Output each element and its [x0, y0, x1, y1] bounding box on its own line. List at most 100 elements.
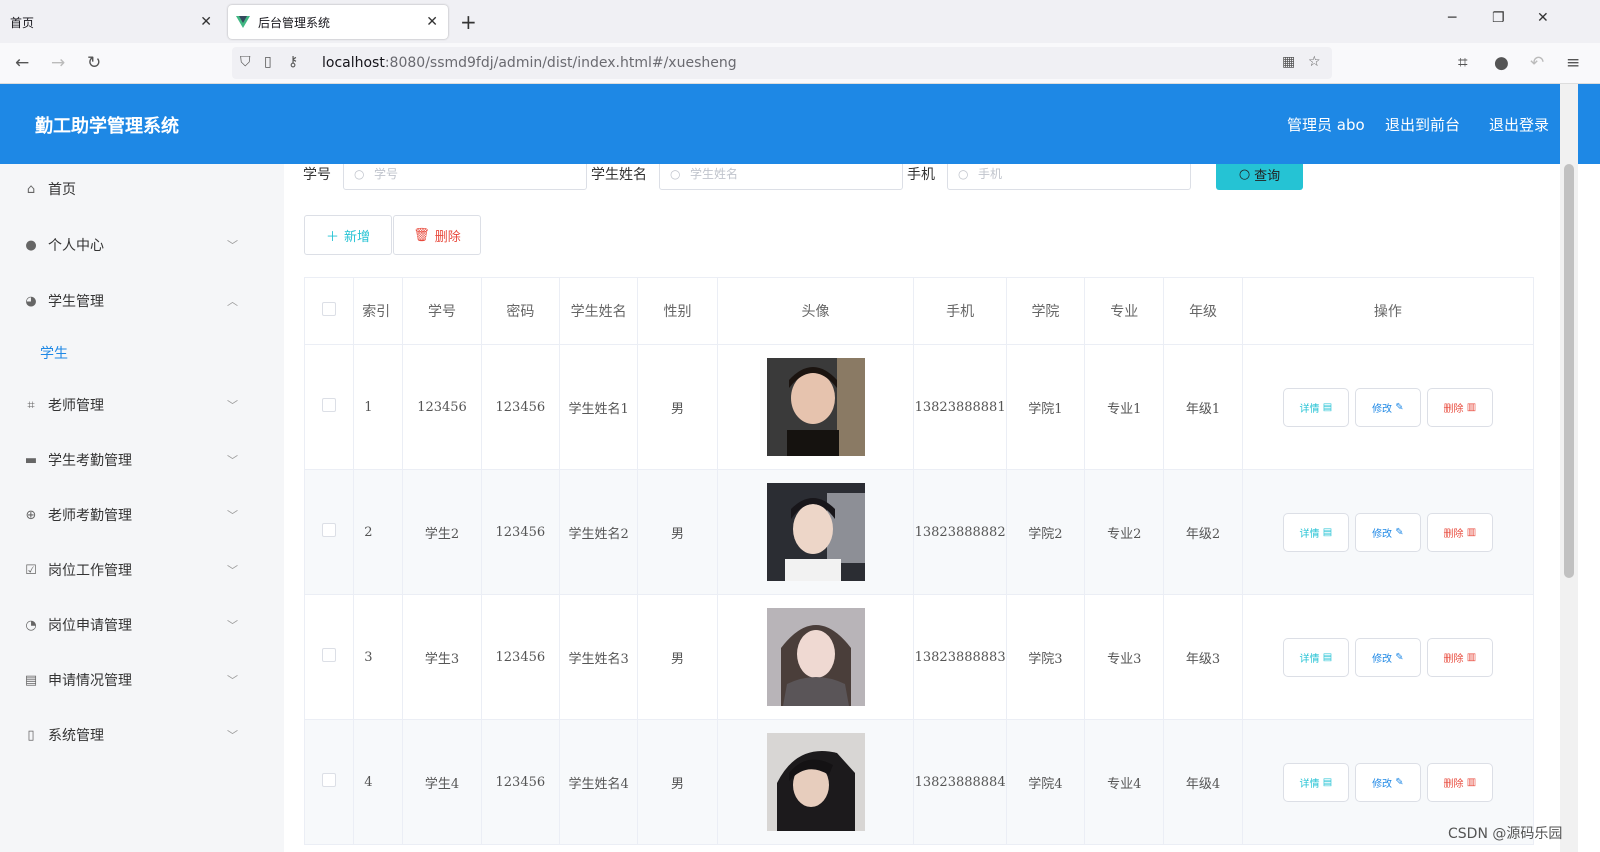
cell-index: 1	[353, 344, 404, 470]
edit-button[interactable]: 修改 ✎	[1354, 762, 1421, 802]
logout-link[interactable]: 退出登录	[1489, 114, 1549, 135]
window-close-icon[interactable]: ✕	[1537, 10, 1549, 26]
row-checkbox[interactable]	[322, 648, 337, 662]
cell-phone: 13823888882	[913, 469, 1007, 595]
sidebar-item-personal[interactable]: ● 个人中心 ﹀	[0, 220, 284, 270]
page-icon[interactable]: ▯	[264, 54, 272, 70]
reload-icon[interactable]: ↻	[87, 53, 101, 73]
sidebar-item-teacher-mgmt[interactable]: ⌗ 老师管理 ﹀	[0, 380, 284, 430]
select-all-checkbox[interactable]	[322, 302, 337, 316]
student-name-input[interactable]: ○ 学生姓名	[659, 164, 903, 190]
home-icon: ⌂	[26, 181, 36, 197]
sidebar-item-student[interactable]: 学生	[0, 328, 284, 378]
phone-input[interactable]: ○ 手机	[947, 164, 1191, 190]
col-header: 头像	[716, 277, 915, 345]
minimize-icon[interactable]: ─	[1448, 10, 1456, 26]
forward-icon[interactable]: →	[51, 53, 65, 73]
detail-button[interactable]: 详情 ▤	[1282, 762, 1349, 802]
row-checkbox[interactable]	[322, 398, 337, 412]
close-icon[interactable]: ✕	[426, 14, 438, 30]
chat-icon[interactable]: ●	[1494, 53, 1509, 73]
cell-phone: 13823888884	[913, 719, 1007, 845]
batch-delete-button[interactable]: 🗑 删除	[393, 215, 481, 255]
cell-name: 学生姓名1	[558, 344, 639, 470]
address-bar[interactable]: ⛉ ▯ ⚷ localhost:8080/ssmd9fdj/admin/dist…	[232, 47, 1332, 79]
row-checkbox[interactable]	[322, 523, 337, 537]
bookmark-star-icon[interactable]: ☆	[1308, 54, 1321, 70]
delete-button[interactable]: 删除 ▥	[1426, 762, 1493, 802]
cell-gender: 男	[637, 719, 718, 845]
url-text[interactable]: localhost:8080/ssmd9fdj/admin/dist/index…	[322, 55, 737, 71]
student-name-label: 学生姓名	[591, 167, 647, 183]
sidebar-item-system[interactable]: ▯ 系统管理 ﹀	[0, 710, 284, 760]
browser-tab-admin[interactable]: 后台管理系统 ✕	[228, 5, 448, 39]
document-icon: ▤	[1322, 776, 1333, 788]
cell-operations: 详情 ▤ 修改 ✎ 删除 ▥	[1241, 594, 1535, 720]
phone-icon: ▯	[27, 727, 35, 743]
sidebar-item-home[interactable]: ⌂ 首页	[0, 164, 284, 214]
edit-button[interactable]: 修改 ✎	[1354, 512, 1421, 552]
row-select-cell[interactable]	[303, 469, 355, 595]
current-user: 管理员 abo	[1287, 116, 1365, 134]
sidebar-item-application-status[interactable]: ▤ 申请情况管理 ﹀	[0, 655, 284, 705]
phone-label: 手机	[907, 167, 935, 183]
row-checkbox[interactable]	[322, 773, 337, 787]
back-icon[interactable]: ←	[15, 53, 29, 73]
sidebar-item-student-mgmt[interactable]: ◕ 学生管理 ︿	[0, 276, 284, 326]
row-select-cell[interactable]	[303, 719, 355, 845]
cell-name: 学生姓名3	[558, 594, 639, 720]
app-title: 勤工助学管理系统	[35, 116, 179, 137]
qr-icon[interactable]: ▦	[1282, 54, 1295, 70]
screenshot-icon[interactable]: ⌗	[1458, 53, 1468, 73]
cell-index: 4	[353, 719, 404, 845]
student-no-input[interactable]: ○ 学号	[343, 164, 587, 190]
chevron-down-icon: ﹀	[227, 509, 238, 522]
edit-button[interactable]: 修改 ✎	[1354, 387, 1421, 427]
page-scrollbar-thumb[interactable]	[1564, 164, 1574, 578]
menu-icon[interactable]: ≡	[1566, 53, 1580, 73]
row-select-cell[interactable]	[303, 344, 355, 470]
browser-tab-home[interactable]: 首页 ✕	[0, 5, 222, 39]
row-select-cell[interactable]	[303, 594, 355, 720]
undo-icon[interactable]: ↶	[1530, 53, 1544, 73]
cell-student-no: 123456	[402, 344, 482, 470]
cell-operations: 详情 ▤ 修改 ✎ 删除 ▥	[1241, 344, 1535, 470]
select-all-cell[interactable]	[303, 277, 355, 345]
back-to-front-link[interactable]: 退出到前台	[1385, 114, 1460, 135]
sidebar-item-job-application[interactable]: ◔ 岗位申请管理 ﹀	[0, 600, 284, 650]
shield-icon[interactable]: ⛉	[240, 54, 251, 70]
trash-icon: 🗑	[413, 227, 430, 243]
query-button[interactable]: ○ 查询	[1216, 164, 1303, 190]
search-icon: ○	[1238, 166, 1251, 182]
chevron-down-icon: ﹀	[227, 239, 238, 252]
sidebar-item-label: 老师管理	[48, 398, 104, 414]
cell-student-no: 学生4	[402, 719, 482, 845]
pencil-icon: ✎	[1395, 401, 1404, 413]
cell-gender: 男	[637, 469, 718, 595]
delete-button[interactable]: 删除 ▥	[1426, 512, 1493, 552]
add-button[interactable]: ＋ 新增	[304, 215, 392, 255]
detail-button[interactable]: 详情 ▤	[1282, 387, 1349, 427]
pencil-icon: ✎	[1395, 651, 1404, 663]
chevron-down-icon: ﹀	[227, 454, 238, 467]
restore-icon[interactable]: ❐	[1492, 10, 1505, 26]
table-row: 1 123456 123456 学生姓名1 男 13823888881 学院1 …	[303, 344, 1535, 470]
delete-button[interactable]: 删除 ▥	[1426, 387, 1493, 427]
detail-button[interactable]: 详情 ▤	[1282, 637, 1349, 677]
cell-name: 学生姓名2	[558, 469, 639, 595]
student-table: 索引 学号 密码 学生姓名 性别 头像 手机 学院 专业 年级 操作 1 123…	[303, 277, 1535, 845]
tab-label: 后台管理系统	[258, 15, 331, 30]
cell-college: 学院1	[1005, 344, 1086, 470]
new-tab-icon[interactable]: +	[460, 10, 477, 34]
sidebar-item-student-attendance[interactable]: ▬ 学生考勤管理 ﹀	[0, 435, 284, 485]
sidebar-item-job-work[interactable]: ☑ 岗位工作管理 ﹀	[0, 545, 284, 595]
detail-button[interactable]: 详情 ▤	[1282, 512, 1349, 552]
close-icon[interactable]: ✕	[200, 14, 212, 30]
edit-button[interactable]: 修改 ✎	[1354, 637, 1421, 677]
sidebar-item-teacher-attendance[interactable]: ⊕ 老师考勤管理 ﹀	[0, 490, 284, 540]
key-icon[interactable]: ⚷	[288, 54, 298, 70]
chevron-down-icon: ﹀	[227, 619, 238, 632]
cell-college: 学院3	[1005, 594, 1086, 720]
table-row: 2 学生2 123456 学生姓名2 男 13823888882 学院2 专业2…	[303, 469, 1535, 595]
delete-button[interactable]: 删除 ▥	[1426, 637, 1493, 677]
